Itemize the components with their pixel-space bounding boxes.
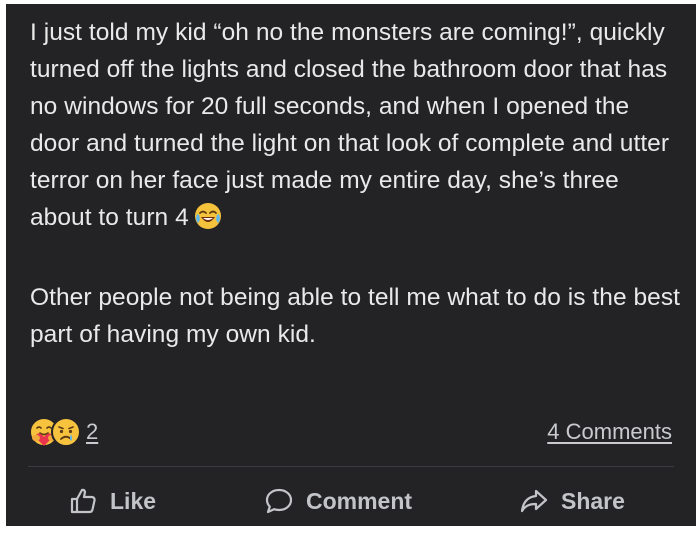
- post-paragraph-1: I just told my kid “oh no the monsters a…: [30, 14, 680, 242]
- like-label: Like: [110, 487, 157, 514]
- speech-bubble-icon: [265, 488, 293, 514]
- share-arrow-icon: [520, 489, 548, 513]
- comment-button[interactable]: Comment: [264, 486, 412, 516]
- comment-label: Comment: [306, 487, 413, 514]
- comments-count-link[interactable]: 4 Comments: [547, 419, 672, 445]
- post-actions-bar: Like Comment Share: [6, 480, 696, 526]
- post-card: I just told my kid “oh no the monsters a…: [6, 4, 696, 526]
- thumbs-up-icon: [70, 488, 96, 514]
- share-button[interactable]: Share: [519, 486, 625, 516]
- like-button[interactable]: Like: [68, 486, 156, 516]
- reactions-summary[interactable]: 2: [28, 416, 98, 448]
- post-paragraph-1-text: I just told my kid “oh no the monsters a…: [30, 19, 670, 231]
- share-label: Share: [561, 487, 625, 514]
- reaction-count[interactable]: 2: [86, 419, 98, 445]
- laughing-crying-emoji-icon: [193, 201, 223, 242]
- sad-reaction-icon: [51, 417, 81, 447]
- post-paragraph-2: Other people not being able to tell me w…: [30, 284, 680, 348]
- post-body: I just told my kid “oh no the monsters a…: [30, 14, 680, 353]
- divider: [28, 466, 674, 467]
